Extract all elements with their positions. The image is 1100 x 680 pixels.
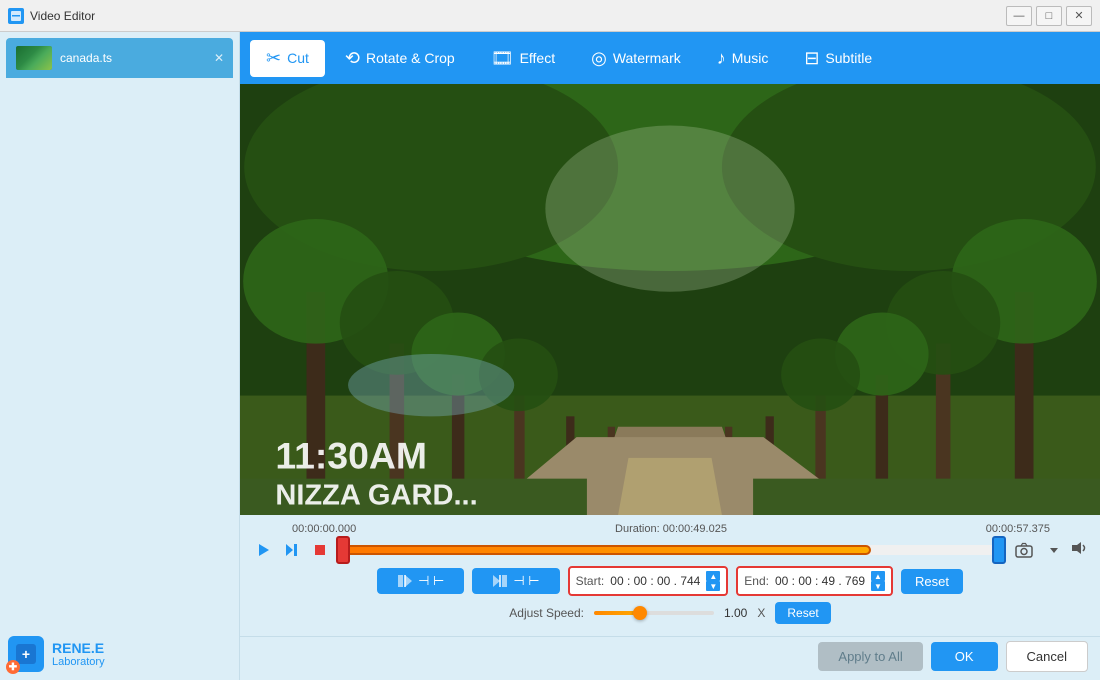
svg-text:NIZZA GARD...: NIZZA GARD... [275,480,477,512]
end-time-input[interactable] [775,574,865,588]
svg-text:11:30AM: 11:30AM [275,434,427,476]
start-time-input[interactable] [610,574,700,588]
ok-button[interactable]: OK [931,642,998,671]
tab-cut-label: Cut [287,50,309,66]
window-title: Video Editor [30,9,95,23]
svg-text:+: + [22,646,30,662]
tab-rotate-crop[interactable]: ⟲ Rotate & Crop [329,40,471,77]
trim-right-button[interactable]: ⊣ ⊢ [472,568,559,594]
main-content: ✂ Cut ⟲ Rotate & Crop 🎞 Effect ◎ Waterma… [240,32,1100,680]
start-spin-down[interactable]: ▼ [706,581,720,591]
tab-music-label: Music [732,50,769,66]
play-controls [252,538,332,562]
logo-name: RENE.E [52,640,105,656]
apply-all-button[interactable]: Apply to All [818,642,922,671]
logo-area: + ✚ RENE.E Laboratory [8,636,105,672]
speed-label: Adjust Speed: [509,606,584,620]
logo-cross-icon: ✚ [6,660,20,674]
tab-watermark[interactable]: ◎ Watermark [575,40,697,77]
start-label: Start: [576,574,605,588]
nav-tabs: ✂ Cut ⟲ Rotate & Crop 🎞 Effect ◎ Waterma… [240,32,1100,84]
effect-icon: 🎞 [491,48,514,69]
timeline-bar [338,545,1004,555]
maximize-button[interactable]: □ [1036,6,1062,26]
tab-watermark-label: Watermark [613,50,681,66]
timeline-row [252,536,1088,564]
start-time-group: Start: ▲ ▼ [568,566,729,596]
end-spin-down[interactable]: ▼ [871,581,885,591]
end-time-group: End: ▲ ▼ [736,566,893,596]
rotate-icon: ⟲ [345,48,360,69]
subtitle-icon: ⊟ [804,48,819,69]
end-label: End: [744,574,769,588]
tab-cut[interactable]: ✂ Cut [250,40,325,77]
tab-effect[interactable]: 🎞 Effect [475,40,571,77]
timeline-fill [338,545,871,555]
end-spin-up[interactable]: ▲ [871,571,885,581]
watermark-icon: ◎ [591,48,607,69]
bottom-controls: 00:00:00.000 Duration: 00:00:49.025 00:0… [240,515,1100,636]
tab-subtitle-label: Subtitle [825,50,872,66]
time-reset-button[interactable]: Reset [901,569,963,594]
volume-button[interactable] [1070,540,1088,561]
minimize-button[interactable]: — [1006,6,1032,26]
file-tab-name: canada.ts [60,51,112,65]
timeline-duration: Duration: 00:00:49.025 [615,523,727,535]
app-icon [8,8,24,24]
music-icon: ♪ [717,48,726,69]
speed-value: 1.00 [724,606,747,620]
trim-left-button[interactable]: ⊣ ⊢ [377,568,464,594]
dropdown-button[interactable] [1042,538,1066,562]
stop-button[interactable] [308,538,332,562]
timeline-left-handle[interactable] [336,536,350,564]
timeline-start-time: 00:00:00.000 [292,523,356,535]
tab-rotate-label: Rotate & Crop [366,50,455,66]
video-area: 11:30AM NIZZA GARD... [240,84,1100,515]
play-next-button[interactable] [280,538,304,562]
video-bg-svg: 11:30AM NIZZA GARD... [240,84,1100,515]
file-tab-close[interactable]: ✕ [211,50,227,66]
speed-reset-button[interactable]: Reset [775,602,830,624]
bottom-action-row: Apply to All OK Cancel [240,636,1100,680]
tab-music[interactable]: ♪ Music [701,40,785,77]
speed-thumb[interactable] [633,606,647,620]
screenshot-button[interactable] [1010,536,1038,564]
start-time-spin: ▲ ▼ [706,571,720,591]
tab-effect-label: Effect [520,50,556,66]
video-frame: 11:30AM NIZZA GARD... [240,84,1100,515]
trim-right-icon: ⊣ ⊢ [513,573,539,589]
timeline-timestamps: 00:00:00.000 Duration: 00:00:49.025 00:0… [252,523,1088,535]
end-time-spin: ▲ ▼ [871,571,885,591]
start-spin-up[interactable]: ▲ [706,571,720,581]
title-bar: Video Editor — □ ✕ [0,0,1100,32]
logo-text: RENE.E Laboratory [52,640,105,668]
app-body: canada.ts ✕ + ✚ RENE.E Laboratory [0,32,1100,680]
timeline-end-time: 00:00:57.375 [986,523,1050,535]
play-button[interactable] [252,538,276,562]
cut-icon: ✂ [266,48,281,69]
sidebar-content: + ✚ RENE.E Laboratory [0,78,239,680]
tab-subtitle[interactable]: ⊟ Subtitle [788,40,888,77]
right-controls [1010,536,1088,564]
window-controls: — □ ✕ [1006,6,1092,26]
trim-left-icon: ⊣ ⊢ [418,573,444,589]
trim-buttons-row: ⊣ ⊢ ⊣ ⊢ Start: ▲ ▼ End: [252,566,1088,596]
speed-slider[interactable] [594,611,714,615]
speed-unit: X [757,606,765,620]
file-thumbnail [16,46,52,70]
close-button[interactable]: ✕ [1066,6,1092,26]
cancel-button[interactable]: Cancel [1006,641,1088,672]
logo-icon: + ✚ [8,636,44,672]
logo-sub: Laboratory [52,656,105,668]
file-tab[interactable]: canada.ts ✕ [6,38,233,78]
sidebar: canada.ts ✕ + ✚ RENE.E Laboratory [0,32,240,680]
speed-row: Adjust Speed: 1.00 X Reset [252,602,1088,624]
timeline-track[interactable] [338,537,1004,563]
timeline-right-handle[interactable] [992,536,1006,564]
